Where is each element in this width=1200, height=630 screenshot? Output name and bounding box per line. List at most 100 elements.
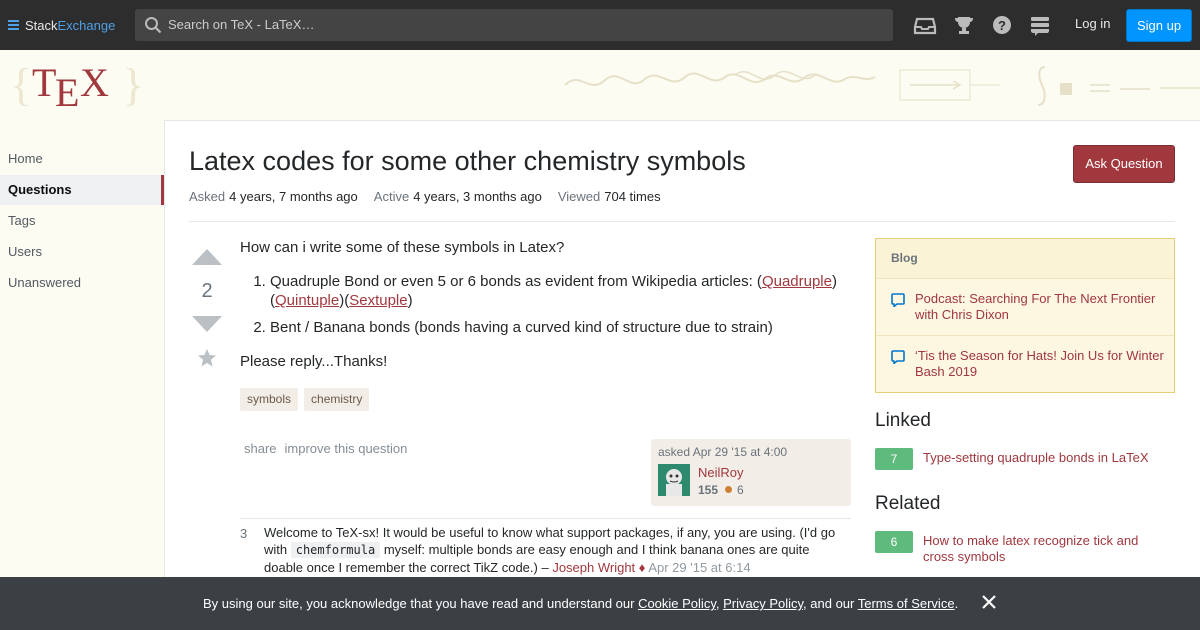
stackexchange-icon (8, 20, 19, 30)
favorite-star-icon[interactable] (197, 348, 217, 368)
svg-text:{: { (10, 60, 32, 110)
blog-item[interactable]: Podcast: Searching For The Next Frontier… (891, 291, 1166, 323)
avatar[interactable] (658, 464, 690, 496)
ask-question-button[interactable]: Ask Question (1073, 145, 1175, 183)
body-list: Quadruple Bond or even 5 or 6 bonds as e… (270, 272, 851, 337)
list-item-text: ) (407, 292, 413, 309)
nav-item-unanswered[interactable]: Unanswered (0, 268, 164, 298)
viewed-label: Viewed (557, 189, 601, 204)
decorative-header-art (564, 66, 1200, 106)
body-outro: Please reply...Thanks! (240, 353, 388, 370)
svg-text:T: T (32, 60, 56, 105)
comment-score: 3 (240, 526, 248, 541)
blog-widget: Blog Podcast: Searching For The Next Fro… (875, 238, 1175, 393)
speech-bubble-icon (891, 293, 905, 307)
tag-chemistry[interactable]: chemistry (304, 388, 370, 411)
linked-question-link[interactable]: Type-setting quadruple bonds in LaTeX (923, 450, 1163, 466)
linked-header: Linked (875, 410, 931, 431)
viewed-value: 704 times (604, 189, 661, 204)
signup-button[interactable]: Sign up (1126, 9, 1192, 42)
cookie-banner: By using our site, you acknowledge that … (0, 577, 1200, 630)
site-switcher-icon[interactable] (1028, 13, 1052, 37)
search-input[interactable]: Search on TeX - LaTeX… (135, 9, 893, 41)
nav-item-home[interactable]: Home (0, 144, 164, 174)
asked-stat: Asked 4 years, 7 months ago (189, 189, 358, 204)
cookie-text-part: , (715, 596, 724, 611)
link-quintuple[interactable]: Quintuple (275, 292, 339, 309)
blog-item-link[interactable]: Podcast: Searching For The Next Frontier… (915, 291, 1155, 322)
inbox-icon[interactable] (913, 13, 937, 37)
improve-question-link[interactable]: improve this question (285, 441, 408, 456)
tex-site-logo[interactable]: { T E X } (8, 60, 142, 112)
search-placeholder: Search on TeX - LaTeX… (168, 17, 315, 32)
search-icon (145, 17, 162, 34)
owner-reputation: 155 (698, 483, 719, 497)
nav-item-questions[interactable]: Questions (0, 175, 164, 205)
asked-value: 4 years, 7 months ago (229, 189, 358, 204)
tag-symbols[interactable]: symbols (240, 388, 299, 411)
owner-username[interactable]: NeilRoy (698, 465, 744, 480)
site-header-banner: { T E X } (0, 50, 1200, 120)
divider (189, 221, 1175, 222)
question-stats: Asked 4 years, 7 months ago Active 4 years… (189, 189, 661, 204)
asked-label: Asked (189, 189, 226, 204)
related-score[interactable]: 6 (875, 531, 913, 553)
share-link[interactable]: share (244, 441, 277, 456)
comment-text: Welcome to TeX-sx! It would be useful to… (264, 524, 851, 576)
related-header: Related (875, 493, 941, 514)
related-question-link[interactable]: How to make latex recognize tick and cro… (923, 533, 1163, 565)
linked-score[interactable]: 7 (875, 448, 913, 470)
viewed-stat: Viewed 704 times (558, 189, 661, 204)
tag-list: symbols chemistry (240, 388, 370, 411)
svg-text:X: X (80, 60, 109, 105)
bronze-badge-count: 6 (737, 483, 744, 497)
question-body: How can i write some of these symbols in… (240, 238, 851, 386)
link-sextuple[interactable]: Sextuple (349, 292, 407, 309)
speech-bubble-icon (891, 350, 905, 364)
list-item-text: )( (339, 292, 350, 309)
comment-code: chemformula (290, 542, 381, 558)
downvote-arrow-icon[interactable] (190, 314, 224, 334)
link-quadruple[interactable]: Quadruple (762, 273, 832, 290)
comment-user-link[interactable]: Joseph Wright ♦ (552, 560, 645, 575)
cookie-text-part: , and our (803, 596, 858, 611)
blog-item-link[interactable]: ‘Tis the Season for Hats! Join Us for Wi… (915, 348, 1164, 379)
vote-count: 2 (201, 280, 213, 302)
list-item: Quadruple Bond or even 5 or 6 bonds as e… (270, 272, 851, 310)
cookie-policy-link[interactable]: Cookie Policy (638, 596, 716, 611)
cookie-text: By using our site, you acknowledge that … (203, 596, 958, 611)
svg-text:E: E (55, 70, 79, 112)
comment-divider (240, 518, 851, 519)
body-intro: How can i write some of these symbols in… (240, 239, 565, 256)
blog-separator (876, 335, 1174, 336)
stackexchange-logo[interactable]: Stack Exchange (8, 16, 115, 34)
active-label: Active (373, 189, 410, 204)
question-title[interactable]: Latex codes for some other chemistry sym… (189, 146, 746, 177)
active-value[interactable]: 4 years, 3 months ago (413, 189, 542, 204)
trophy-icon[interactable] (952, 13, 976, 37)
list-item-text: ) (832, 273, 837, 290)
svg-text:}: } (122, 60, 142, 110)
asked-timestamp: asked Apr 29 '15 at 4:00 (658, 445, 788, 459)
close-icon[interactable] (980, 593, 998, 611)
upvote-arrow-icon[interactable] (190, 247, 224, 267)
nav-item-users[interactable]: Users (0, 237, 164, 267)
active-stat: Active 4 years, 3 months ago (374, 189, 542, 204)
post-menu: share improve this question (244, 441, 407, 456)
bronze-badge-icon (725, 486, 732, 493)
comment-date[interactable]: Apr 29 '15 at 6:14 (648, 560, 750, 575)
logo-text-stack: Stack (25, 17, 58, 33)
login-link[interactable]: Log in (1066, 16, 1119, 31)
blog-item[interactable]: ‘Tis the Season for Hats! Join Us for Wi… (891, 348, 1166, 380)
logo-text-exchange: Exchange (57, 17, 116, 33)
left-navigation: Home Questions Tags Users Unanswered (0, 120, 164, 630)
privacy-policy-link[interactable]: Privacy Policy (723, 596, 803, 611)
cookie-text-part: . (954, 596, 959, 611)
svg-text:?: ? (998, 18, 1006, 33)
help-icon[interactable]: ? (990, 13, 1014, 37)
nav-item-tags[interactable]: Tags (0, 206, 164, 236)
cookie-text-part: By using our site, you acknowledge that … (203, 596, 639, 611)
list-item-text: Quadruple Bond or even 5 or 6 bonds as e… (270, 273, 762, 290)
list-item: Bent / Banana bonds (bonds having a curv… (270, 318, 851, 337)
terms-of-service-link[interactable]: Terms of Service (858, 596, 955, 611)
